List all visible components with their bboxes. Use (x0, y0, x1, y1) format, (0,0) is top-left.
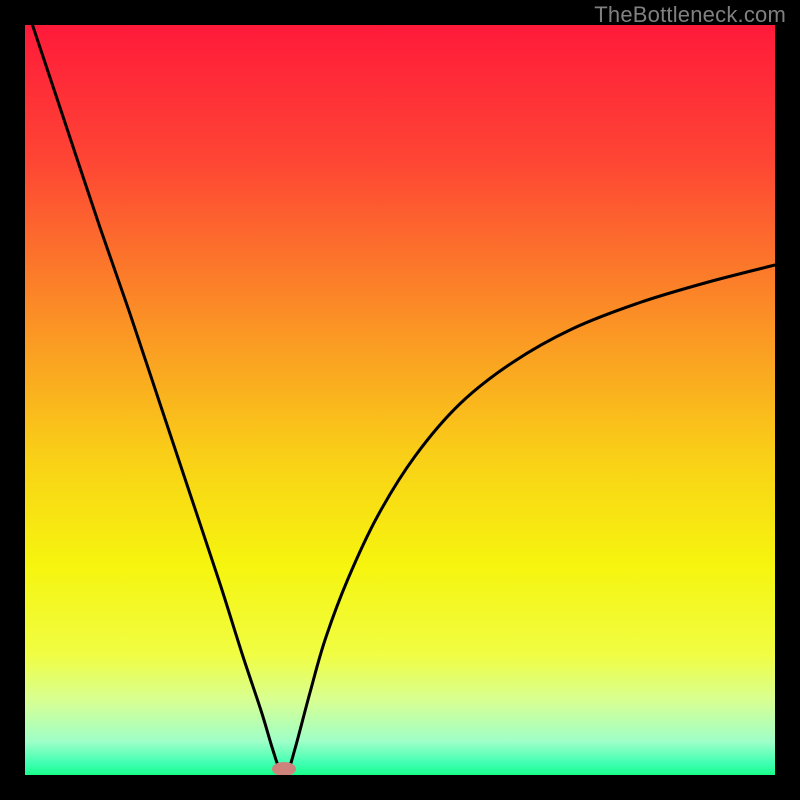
gradient-background (25, 25, 775, 775)
chart-plot-area (25, 25, 775, 775)
chart-svg (25, 25, 775, 775)
optimal-point-marker (272, 762, 296, 775)
watermark-text: TheBottleneck.com (594, 2, 786, 28)
